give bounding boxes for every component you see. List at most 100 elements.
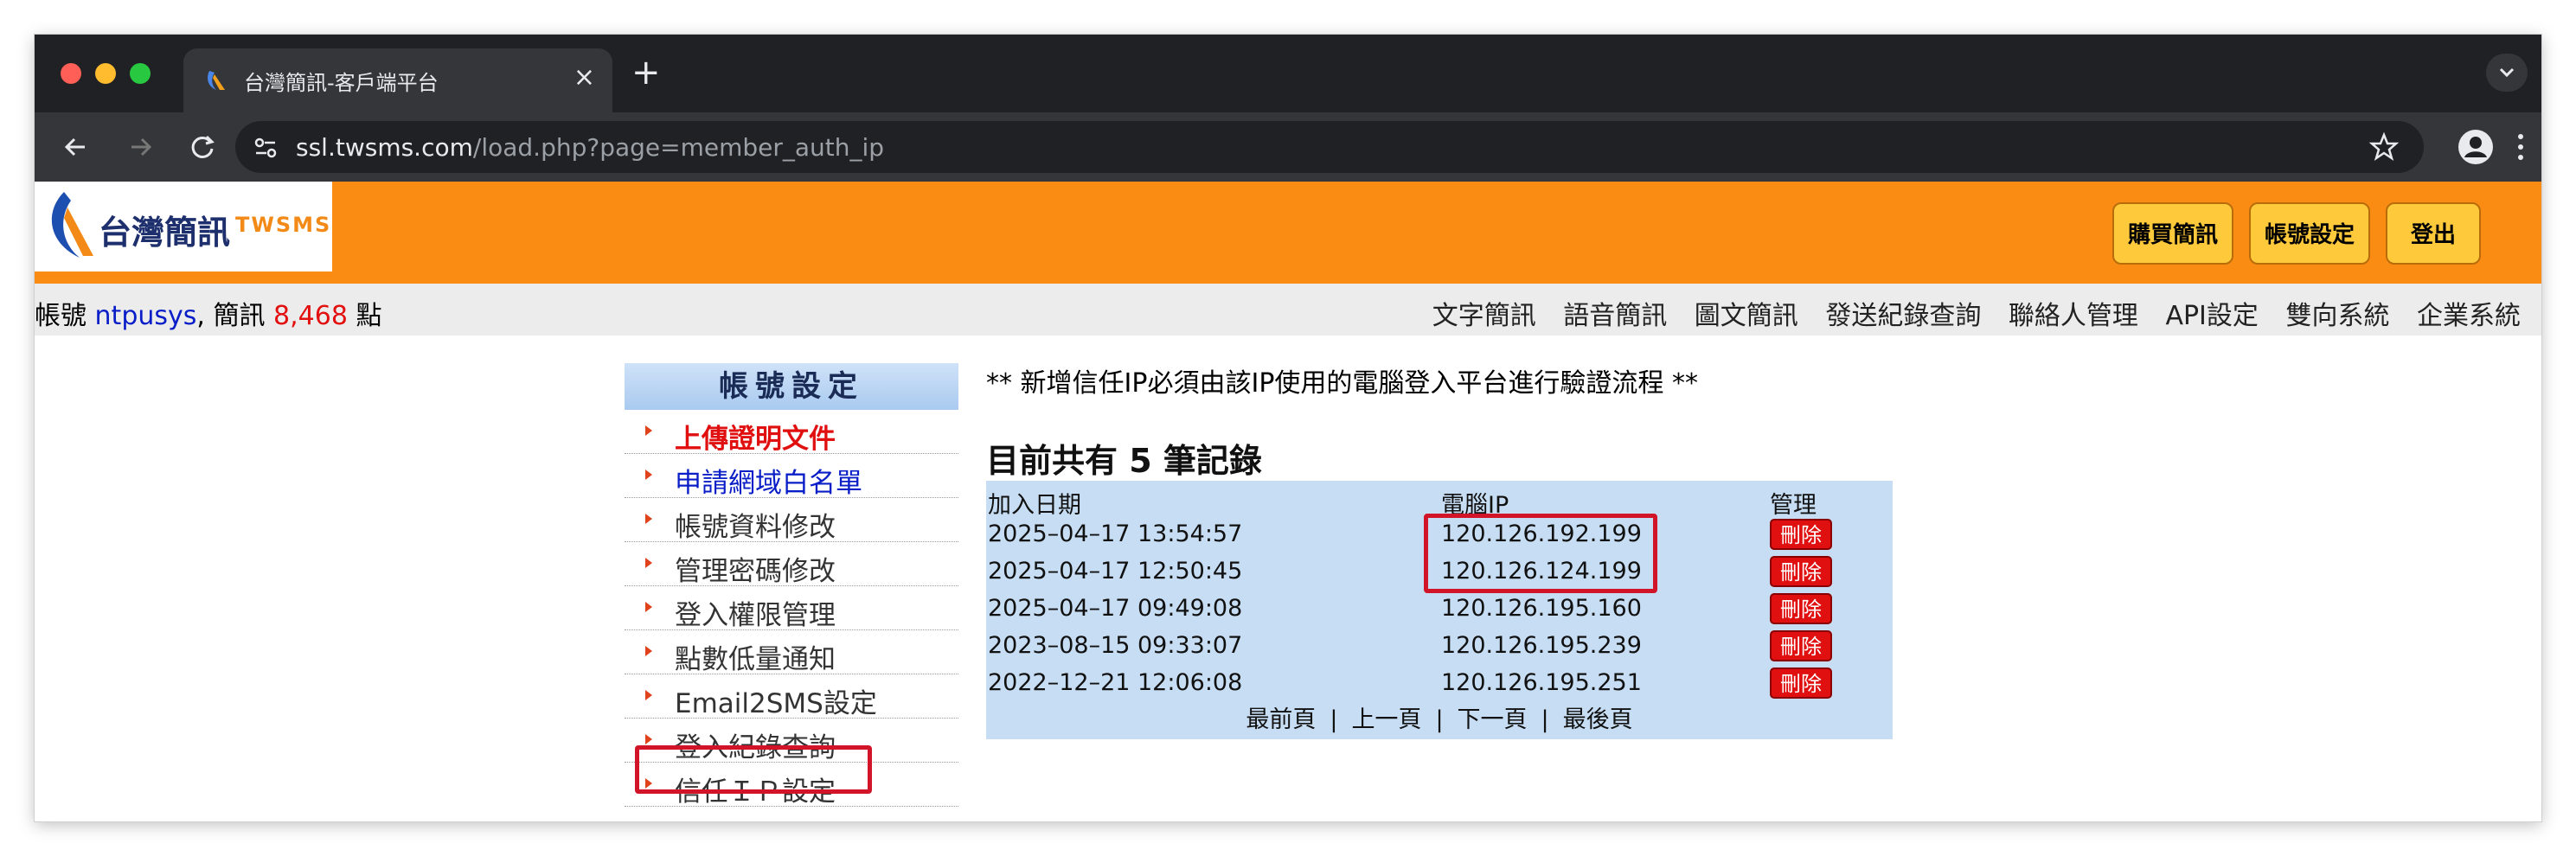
bullet-arrow-icon (645, 734, 652, 744)
pager-last[interactable]: 最後頁 (1556, 706, 1640, 733)
bookmark-star-icon[interactable] (2368, 131, 2400, 163)
account-info-bar: 帳號 ntpusys, 簡訊 8,468 點 文字簡訊 語音簡訊 圖文簡訊 發送… (35, 284, 2541, 335)
row-date: 2023–08–15 09:33:07 (988, 632, 1243, 659)
twsms-favicon-icon (208, 71, 225, 90)
url-host: ssl.twsms.com (296, 133, 473, 162)
sidebar-item-domain-whitelist[interactable]: 申請網域白名單 (625, 454, 958, 499)
minimize-window-button[interactable] (95, 63, 116, 84)
row-ip: 120.126.195.239 (1441, 632, 1642, 659)
back-arrow-icon[interactable] (57, 128, 95, 166)
sidebar-item-password[interactable]: 管理密碼修改 (625, 542, 958, 587)
bullet-arrow-icon (645, 425, 652, 436)
tab-close-icon[interactable]: × (574, 62, 595, 93)
nav-enterprise[interactable]: 企業系統 (2417, 301, 2521, 331)
pager-separator: | (1435, 706, 1444, 733)
account-summary: 帳號 ntpusys, 簡訊 8,468 點 (35, 294, 381, 332)
row-date: 2025–04–17 13:54:57 (988, 521, 1243, 547)
pager-next[interactable]: 下一頁 (1451, 706, 1535, 733)
logo-text: 台灣簡訊 (99, 214, 231, 252)
new-tab-button[interactable]: + (631, 54, 661, 92)
maximize-window-button[interactable] (130, 63, 151, 84)
pager-separator: | (1330, 706, 1338, 733)
account-username: ntpusys (94, 301, 197, 331)
profile-avatar-icon[interactable] (2457, 128, 2495, 166)
table-row: 2025–04–17 09:49:08 120.126.195.160 刪除 (986, 590, 1893, 627)
sidebar-item-account-info[interactable]: 帳號資料修改 (625, 498, 958, 543)
sidebar-title: 帳號設定 (625, 363, 958, 410)
browser-menu-icon[interactable] (2512, 128, 2529, 166)
sms-points: 8,468 (273, 301, 348, 331)
logo-brand: TWSMS (235, 213, 332, 237)
browser-window: 台灣簡訊-客戶端平台 × + ssl.twsms.com/load.php?pa… (35, 35, 2541, 821)
site-header: 台灣簡訊 TWSMS 購買簡訊 帳號設定 登出 (35, 182, 2541, 284)
forward-arrow-icon[interactable] (121, 128, 159, 166)
trusted-ip-highlight (635, 745, 872, 794)
nav-contacts[interactable]: 聯絡人管理 (2009, 301, 2138, 331)
table-row: 2022–12–21 12:06:08 120.126.195.251 刪除 (986, 664, 1893, 701)
nav-mms[interactable]: 圖文簡訊 (1695, 301, 1798, 331)
row-date: 2025–04–17 12:50:45 (988, 558, 1243, 585)
account-prefix: 帳號 (35, 301, 87, 331)
address-bar[interactable]: ssl.twsms.com/load.php?page=member_auth_… (235, 121, 2424, 173)
sidebar-item-label: 上傳證明文件 (675, 424, 836, 455)
nav-voice-sms[interactable]: 語音簡訊 (1563, 301, 1667, 331)
row-date: 2025–04–17 09:49:08 (988, 595, 1243, 622)
sidebar-item-low-balance[interactable]: 點數低量通知 (625, 630, 958, 675)
nav-send-records[interactable]: 發送紀錄查詢 (1825, 301, 1981, 331)
sidebar-item-label: Email2SMS設定 (675, 688, 877, 719)
row-ip: 120.126.195.160 (1441, 595, 1642, 622)
settings-sidebar: 帳號設定 上傳證明文件 申請網域白名單 帳號資料修改 管理密碼修改 登入權限管理… (625, 363, 958, 808)
delete-button[interactable]: 刪除 (1770, 630, 1832, 661)
delete-button[interactable]: 刪除 (1770, 668, 1832, 699)
bullet-arrow-icon (645, 558, 652, 568)
bullet-arrow-icon (645, 470, 652, 480)
nav-text-sms[interactable]: 文字簡訊 (1432, 301, 1536, 331)
sidebar-item-label: 管理密碼修改 (675, 556, 836, 587)
twsms-logo-icon (51, 192, 93, 258)
pagination: 最前頁 | 上一頁 | 下一頁 | 最後頁 (986, 701, 1893, 739)
sidebar-item-email2sms[interactable]: Email2SMS設定 (625, 674, 958, 719)
url-path: /load.php?page=member_auth_ip (472, 133, 885, 162)
account-settings-button[interactable]: 帳號設定 (2249, 202, 2370, 265)
logout-button[interactable]: 登出 (2386, 202, 2481, 265)
points-unit: 點 (356, 301, 382, 331)
sms-label: , 簡訊 (196, 301, 266, 331)
bullet-arrow-icon (645, 602, 652, 612)
table-row: 2023–08–15 09:33:07 120.126.195.239 刪除 (986, 627, 1893, 664)
top-navigation: 文字簡訊 語音簡訊 圖文簡訊 發送紀錄查詢 聯絡人管理 API設定 雙向系統 企… (1413, 294, 2521, 332)
table-header: 加入日期 電腦IP 管理 (986, 481, 1893, 519)
pager-first[interactable]: 最前頁 (1239, 706, 1323, 733)
trusted-ip-notice: ** 新增信任IP必須由該IP使用的電腦登入平台進行驗證流程 ** (986, 368, 1698, 399)
buy-sms-button[interactable]: 購買簡訊 (2112, 202, 2233, 265)
chevron-down-icon (2499, 67, 2515, 78)
site-settings-icon[interactable] (251, 133, 280, 163)
url-text: ssl.twsms.com/load.php?page=member_auth_… (296, 133, 884, 162)
browser-tab[interactable]: 台灣簡訊-客戶端平台 × (183, 48, 612, 112)
row-date: 2022–12–21 12:06:08 (988, 669, 1243, 696)
sidebar-item-label: 申請網域白名單 (675, 468, 862, 499)
delete-button[interactable]: 刪除 (1770, 519, 1832, 550)
sidebar-item-upload-proof[interactable]: 上傳證明文件 (625, 410, 958, 455)
bullet-arrow-icon (645, 646, 652, 656)
record-count: 目前共有 5 筆記錄 (986, 442, 1262, 480)
sidebar-item-login-permissions[interactable]: 登入權限管理 (625, 586, 958, 631)
nav-two-way[interactable]: 雙向系統 (2285, 301, 2389, 331)
pager-separator: | (1541, 706, 1549, 733)
delete-button[interactable]: 刪除 (1770, 556, 1832, 587)
sidebar-item-label: 點數低量通知 (675, 644, 836, 675)
reload-icon[interactable] (183, 128, 221, 166)
delete-button[interactable]: 刪除 (1770, 593, 1832, 624)
row-ip: 120.126.195.251 (1441, 669, 1642, 696)
pager-prev[interactable]: 上一頁 (1344, 706, 1428, 733)
browser-toolbar: ssl.twsms.com/load.php?page=member_auth_… (35, 112, 2541, 182)
tab-search-button[interactable] (2486, 54, 2528, 92)
close-window-button[interactable] (61, 63, 81, 84)
nav-api-settings[interactable]: API設定 (2165, 301, 2258, 331)
bullet-arrow-icon (645, 514, 652, 524)
sidebar-item-label: 帳號資料修改 (675, 512, 836, 543)
tab-title: 台灣簡訊-客戶端平台 (244, 71, 439, 95)
sidebar-item-label: 登入權限管理 (675, 600, 836, 631)
tab-strip: 台灣簡訊-客戶端平台 × + (35, 35, 2541, 112)
site-logo[interactable]: 台灣簡訊 TWSMS (35, 182, 332, 271)
bullet-arrow-icon (645, 690, 652, 700)
